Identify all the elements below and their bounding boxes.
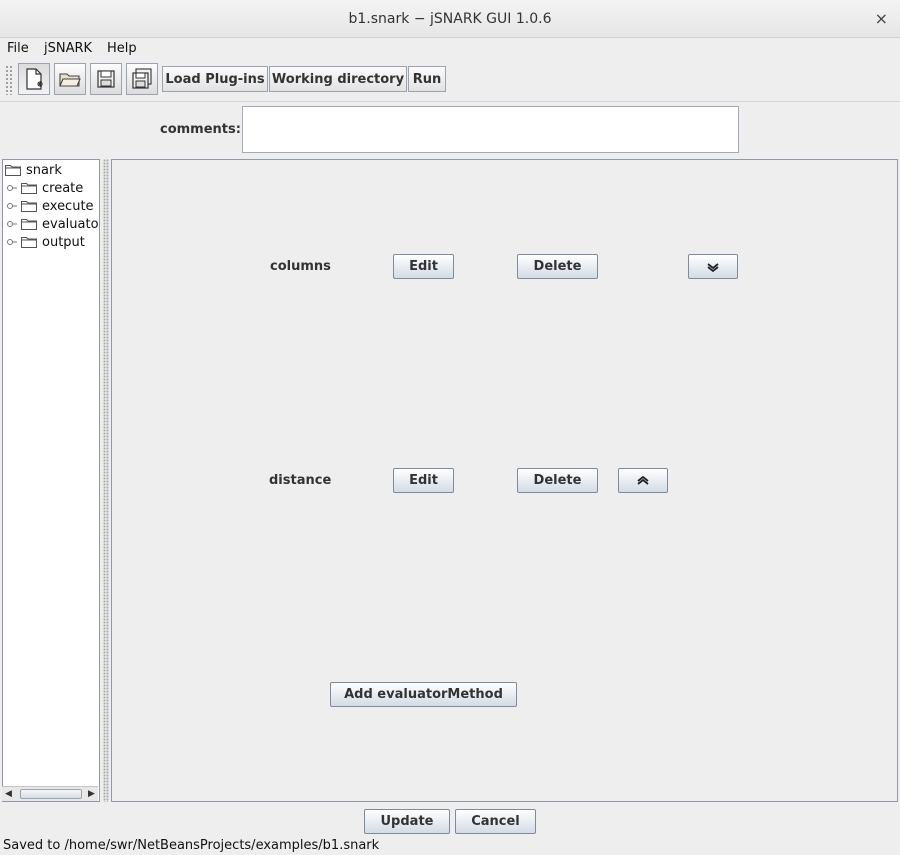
tree-node-label: create xyxy=(42,180,84,196)
save-as-icon xyxy=(132,68,152,89)
run-button[interactable]: Run xyxy=(408,66,446,92)
folder-icon xyxy=(21,183,37,194)
comments-label: comments: xyxy=(160,122,241,137)
expand-handle-icon[interactable] xyxy=(7,201,17,211)
close-icon[interactable]: × xyxy=(875,9,888,28)
move-down-button[interactable] xyxy=(688,254,738,279)
new-file-button[interactable] xyxy=(18,63,50,95)
window-title: b1.snark − jSNARK GUI 1.0.6 xyxy=(348,11,552,27)
working-directory-button[interactable]: Working directory xyxy=(269,66,407,92)
tree-horizontal-scrollbar[interactable]: ◀ ▶ xyxy=(2,786,98,801)
folder-icon xyxy=(5,165,21,176)
tree-item-execute[interactable]: execute xyxy=(7,197,94,215)
add-evaluator-method-button[interactable]: Add evaluatorMethod xyxy=(330,682,517,707)
tree-item-create[interactable]: create xyxy=(7,179,83,197)
expand-handle-icon[interactable] xyxy=(7,237,17,247)
open-file-button[interactable] xyxy=(54,63,86,95)
delete-distance-button[interactable]: Delete xyxy=(517,468,598,493)
menu-help[interactable]: Help xyxy=(107,41,137,56)
new-document-icon xyxy=(26,68,43,90)
tree-node-label: execute xyxy=(42,198,94,214)
scroll-right-icon[interactable]: ▶ xyxy=(88,789,95,799)
toolbar-grip[interactable] xyxy=(5,65,13,95)
comments-row: comments: xyxy=(0,101,900,157)
scroll-left-icon[interactable]: ◀ xyxy=(5,789,12,799)
split-pane-divider[interactable] xyxy=(103,159,109,802)
expand-handle-icon[interactable] xyxy=(7,219,17,229)
open-folder-icon xyxy=(59,73,81,87)
status-bar: Saved to /home/swr/NetBeansProjects/exam… xyxy=(3,838,380,853)
row-label-distance: distance xyxy=(269,473,332,488)
menu-bar: File jSNARK Help xyxy=(0,38,900,60)
folder-icon xyxy=(21,237,37,248)
move-up-button[interactable] xyxy=(618,468,668,493)
load-plugins-button[interactable]: Load Plug-ins xyxy=(162,66,268,92)
save-as-button[interactable] xyxy=(126,63,158,95)
title-bar: b1.snark − jSNARK GUI 1.0.6 × xyxy=(0,0,900,38)
edit-columns-button[interactable]: Edit xyxy=(393,254,454,279)
save-icon xyxy=(97,70,115,88)
save-button[interactable] xyxy=(90,63,122,95)
folder-icon xyxy=(21,201,37,212)
tree-root-snark[interactable]: snark xyxy=(5,161,62,179)
chevron-down-icon xyxy=(707,262,719,272)
menu-jsnark[interactable]: jSNARK xyxy=(44,41,92,56)
menu-file[interactable]: File xyxy=(7,41,29,56)
delete-columns-button[interactable]: Delete xyxy=(517,254,598,279)
tree-item-evaluator[interactable]: evaluator xyxy=(7,215,100,233)
edit-distance-button[interactable]: Edit xyxy=(393,468,454,493)
comments-field[interactable] xyxy=(242,106,739,153)
update-button[interactable]: Update xyxy=(364,809,450,834)
scroll-thumb[interactable] xyxy=(20,789,82,799)
toolbar: Load Plug-ins Working directory Run xyxy=(0,60,900,100)
chevron-up-icon xyxy=(637,475,649,485)
tree-node-label: evaluator xyxy=(42,216,100,232)
evaluator-panel: columns Edit Delete distance Edit Delete… xyxy=(111,159,898,802)
tree-node-label: output xyxy=(42,234,85,250)
snark-tree: snark create execute evaluator output xyxy=(2,159,100,802)
cancel-button[interactable]: Cancel xyxy=(455,809,536,834)
row-label-columns: columns xyxy=(270,259,331,274)
tree-node-label: snark xyxy=(26,162,62,178)
folder-icon xyxy=(21,219,37,230)
expand-handle-icon[interactable] xyxy=(7,183,17,193)
tree-item-output[interactable]: output xyxy=(7,233,85,251)
